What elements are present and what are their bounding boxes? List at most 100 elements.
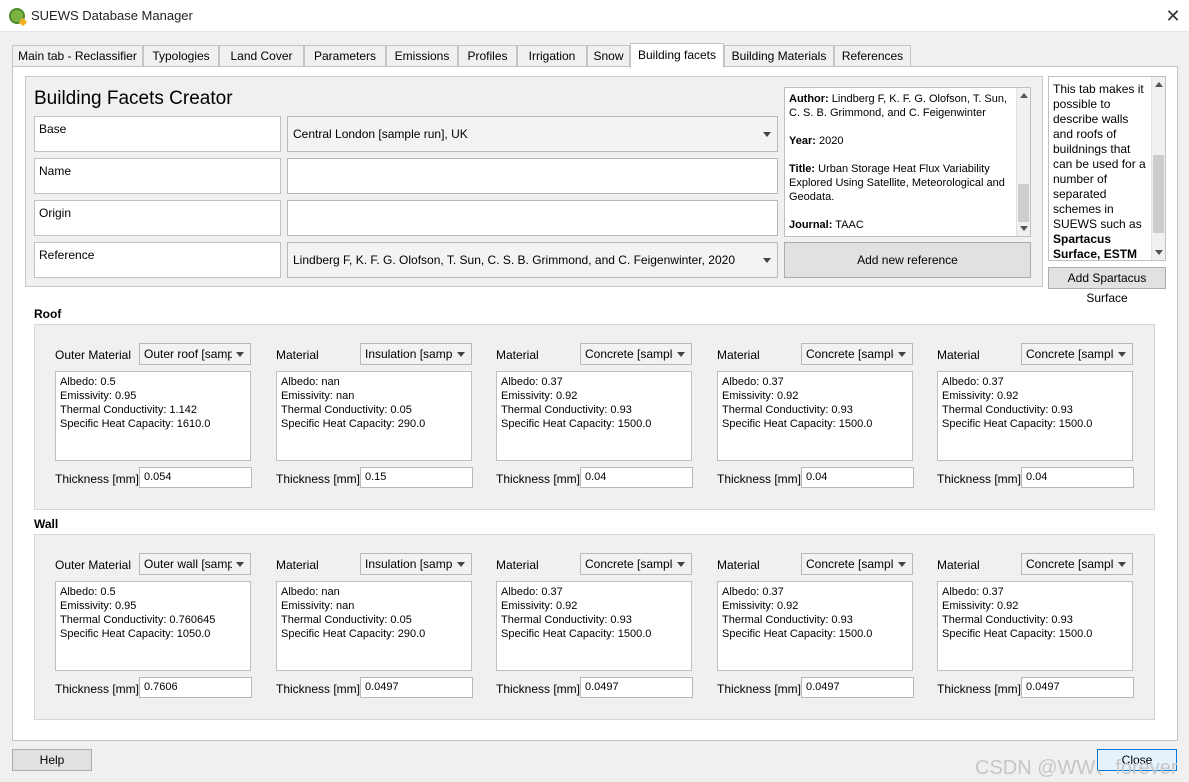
thickness-label: Thickness [mm] [937,682,1022,696]
roof-material-value: Insulation [sampl [365,347,453,361]
albedo-value: Albedo: nan [281,376,340,388]
wall-material-select[interactable]: Concrete [sample [1021,553,1133,575]
roof-thickness-input[interactable]: 0.04 [1021,467,1134,488]
conductivity-value: Thermal Conductivity: 0.93 [501,404,632,416]
wall-layer-label: Material [276,558,319,572]
albedo-value: Albedo: 0.37 [722,586,784,598]
tab-land-cover[interactable]: Land Cover [219,45,304,67]
reference-preview-text: Author: Lindberg F, K. F. G. Olofson, T.… [789,92,1015,236]
wall-thickness-input[interactable]: 0.0497 [360,677,473,698]
wall-thickness-input[interactable]: 0.0497 [580,677,693,698]
roof-thickness-input[interactable]: 0.15 [360,467,473,488]
reference-select-value: Lindberg F, K. F. G. Olofson, T. Sun, C.… [293,253,735,267]
wall-material-value: Outer wall [sampl [144,557,232,571]
wall-material-select[interactable]: Insulation [sampl [360,553,472,575]
emissivity-value: Emissivity: nan [281,600,355,612]
wall-material-properties: Albedo: 0.37 Emissivity: 0.92 Thermal Co… [937,581,1133,671]
emissivity-value: Emissivity: 0.95 [60,390,137,402]
albedo-value: Albedo: 0.37 [722,376,784,388]
chevron-down-icon [457,562,465,567]
tab-emissions[interactable]: Emissions [386,45,458,67]
thickness-label: Thickness [mm] [496,682,581,696]
roof-material-properties: Albedo: 0.37 Emissivity: 0.92 Thermal Co… [496,371,692,461]
title-label: Title: [789,163,816,175]
info-scrollbar[interactable] [1151,77,1165,260]
roof-layer-label: Material [717,348,760,362]
origin-input[interactable] [287,200,778,236]
roof-layer-label: Material [937,348,980,362]
heat-capacity-value: Specific Heat Capacity: 290.0 [281,418,426,430]
tab-building-materials[interactable]: Building Materials [724,45,834,67]
reference-label: Reference [34,242,281,278]
scroll-thumb[interactable] [1153,155,1164,233]
base-select[interactable]: Central London [sample run], UK [287,116,778,152]
wall-thickness-input[interactable]: 0.7606 [139,677,252,698]
tab-snow[interactable]: Snow [587,45,630,67]
window-title: SUEWS Database Manager [31,8,193,23]
tab-typologies[interactable]: Typologies [143,45,219,67]
tab-building-facets[interactable]: Building facets [630,43,724,68]
roof-material-properties: Albedo: 0.37 Emissivity: 0.92 Thermal Co… [937,371,1133,461]
add-spartacus-surface-button[interactable]: Add Spartacus Surface [1048,267,1166,305]
roof-material-select[interactable]: Insulation [sampl [360,343,472,365]
roof-layer-label: Material [496,348,539,362]
help-button[interactable]: Help [12,749,92,771]
reference-select[interactable]: Lindberg F, K. F. G. Olofson, T. Sun, C.… [287,242,778,278]
info-description[interactable]: This tab makes it possible to describe w… [1048,76,1166,261]
wall-material-value: Concrete [sample [806,557,894,571]
year-label: Year: [789,135,816,147]
scroll-up-icon[interactable] [1020,93,1028,98]
chevron-down-icon [1118,352,1126,357]
journal-label: Journal: [789,219,833,231]
wall-thickness-input[interactable]: 0.0497 [1021,677,1134,698]
roof-material-select[interactable]: Outer roof [sampl [139,343,251,365]
roof-thickness-input[interactable]: 0.054 [139,467,252,488]
thickness-label: Thickness [mm] [276,682,361,696]
roof-material-select[interactable]: Concrete [sample [580,343,692,365]
wall-material-select[interactable]: Concrete [sample [801,553,913,575]
heat-capacity-value: Specific Heat Capacity: 1500.0 [942,418,1093,430]
wall-material-select[interactable]: Concrete [sample [580,553,692,575]
albedo-value: Albedo: 0.37 [942,376,1004,388]
emissivity-value: Emissivity: nan [281,390,355,402]
thickness-label: Thickness [mm] [496,472,581,486]
reference-preview[interactable]: Author: Lindberg F, K. F. G. Olofson, T.… [784,87,1031,237]
heat-capacity-value: Specific Heat Capacity: 1500.0 [722,628,873,640]
reference-scrollbar[interactable] [1016,88,1030,236]
scroll-thumb[interactable] [1018,184,1029,222]
tab-references[interactable]: References [834,45,911,67]
conductivity-value: Thermal Conductivity: 0.760645 [60,614,216,626]
add-new-reference-button[interactable]: Add new reference [784,242,1031,278]
roof-material-properties: Albedo: nan Emissivity: nan Thermal Cond… [276,371,472,461]
emissivity-value: Emissivity: 0.92 [722,390,799,402]
window-close-icon[interactable]: ✕ [1163,6,1183,26]
tab-parameters[interactable]: Parameters [304,45,386,67]
name-label: Name [34,158,281,194]
wall-material-properties: Albedo: nan Emissivity: nan Thermal Cond… [276,581,472,671]
wall-material-value: Concrete [sample [1026,557,1114,571]
year-value: 2020 [818,135,844,147]
name-input[interactable] [287,158,778,194]
wall-layer-label: Outer Material [55,558,132,572]
scroll-up-icon[interactable] [1155,82,1163,87]
roof-material-select[interactable]: Concrete [sample [801,343,913,365]
conductivity-value: Thermal Conductivity: 1.142 [60,404,197,416]
albedo-value: Albedo: 0.37 [942,586,1004,598]
wall-material-select[interactable]: Outer wall [sampl [139,553,251,575]
roof-material-select[interactable]: Concrete [sample [1021,343,1133,365]
heat-capacity-value: Specific Heat Capacity: 1500.0 [942,628,1093,640]
thickness-label: Thickness [mm] [717,472,802,486]
conductivity-value: Thermal Conductivity: 0.05 [281,614,412,626]
heat-capacity-value: Specific Heat Capacity: 1500.0 [501,418,652,430]
scroll-down-icon[interactable] [1155,250,1163,255]
tab-main-reclassifier[interactable]: Main tab - Reclassifier [12,45,143,67]
scroll-down-icon[interactable] [1020,226,1028,231]
tab-irrigation[interactable]: Irrigation [517,45,587,67]
roof-thickness-input[interactable]: 0.04 [580,467,693,488]
emissivity-value: Emissivity: 0.92 [722,600,799,612]
wall-thickness-input[interactable]: 0.0497 [801,677,914,698]
tab-profiles[interactable]: Profiles [458,45,517,67]
heat-capacity-value: Specific Heat Capacity: 1610.0 [60,418,211,430]
thickness-label: Thickness [mm] [717,682,802,696]
roof-thickness-input[interactable]: 0.04 [801,467,914,488]
